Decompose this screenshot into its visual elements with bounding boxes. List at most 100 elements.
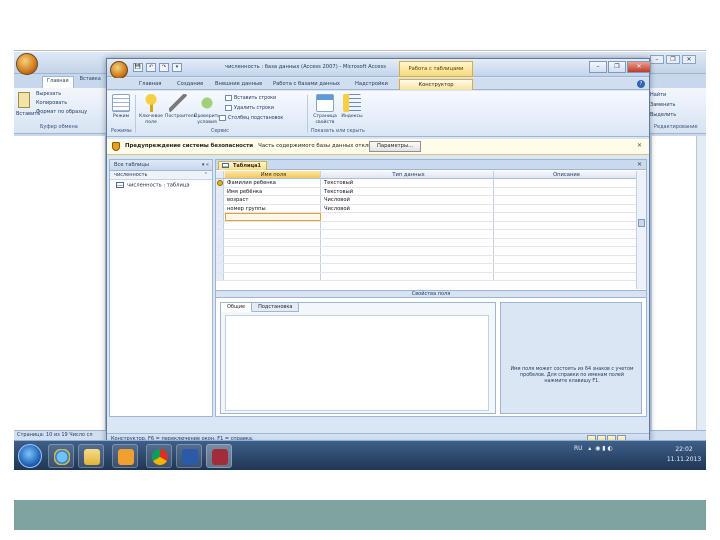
field-name-cell[interactable] xyxy=(225,272,321,280)
data-type-cell[interactable] xyxy=(322,238,494,246)
minimize-icon[interactable]: – xyxy=(650,55,664,64)
row-selector[interactable] xyxy=(216,230,224,238)
close-icon[interactable]: ✕ xyxy=(682,55,696,64)
tab-create[interactable]: Создание xyxy=(177,79,203,90)
data-type-cell[interactable] xyxy=(322,255,494,263)
table-row-new[interactable] xyxy=(216,213,636,222)
table-row-empty[interactable] xyxy=(216,264,636,273)
tab-addins[interactable]: Надстройки xyxy=(355,79,388,90)
replace-button[interactable]: Заменить xyxy=(650,100,706,110)
taskbar-access[interactable] xyxy=(206,444,232,468)
description-cell[interactable] xyxy=(495,264,636,272)
taskbar-chrome[interactable] xyxy=(146,444,172,468)
row-selector[interactable] xyxy=(216,255,224,263)
data-type-cell[interactable] xyxy=(322,230,494,238)
word-office-button[interactable] xyxy=(16,53,38,75)
table-row[interactable]: номер группы Числовой xyxy=(216,204,636,213)
table-row-empty[interactable] xyxy=(216,247,636,256)
field-name-cell-active[interactable] xyxy=(225,213,321,221)
start-button[interactable] xyxy=(18,444,42,468)
column-header-data-type[interactable]: Тип данных xyxy=(322,171,494,178)
nav-header[interactable]: Все таблицы ▾ « xyxy=(110,160,212,171)
builder-button[interactable]: Построитель xyxy=(165,94,196,120)
data-type-cell[interactable] xyxy=(322,264,494,272)
description-cell[interactable] xyxy=(495,239,636,247)
redo-icon[interactable]: ↷ xyxy=(159,63,169,72)
column-header-description[interactable]: Описание xyxy=(495,171,636,178)
tab-home[interactable]: Главная xyxy=(139,79,161,90)
description-cell[interactable] xyxy=(495,188,636,196)
table-row-empty[interactable] xyxy=(216,272,636,281)
data-type-cell[interactable] xyxy=(322,221,494,229)
paste-icon[interactable] xyxy=(18,92,30,108)
table-row-empty[interactable] xyxy=(216,255,636,264)
row-selector[interactable] xyxy=(216,187,224,195)
tab-lookup[interactable]: Подстановка xyxy=(252,303,300,312)
data-type-cell[interactable] xyxy=(322,213,494,221)
field-name-cell[interactable] xyxy=(225,230,321,238)
select-button[interactable]: Выделить xyxy=(650,110,706,120)
insert-rows-button[interactable]: Вставить строки xyxy=(225,94,276,103)
taskbar-ie[interactable] xyxy=(48,444,74,468)
save-icon[interactable]: 💾 xyxy=(133,63,143,72)
tab-general[interactable]: Общие xyxy=(221,303,253,312)
description-cell[interactable] xyxy=(495,213,636,221)
minimize-icon[interactable]: – xyxy=(589,61,607,73)
access-office-button[interactable] xyxy=(110,61,128,79)
table-row-empty[interactable] xyxy=(216,238,636,247)
language-indicator[interactable]: RU xyxy=(574,445,583,452)
restore-icon[interactable]: ❐ xyxy=(608,61,626,73)
field-name-cell[interactable] xyxy=(225,247,321,255)
word-tab-home[interactable]: Главная xyxy=(42,76,74,88)
table-row[interactable]: возраст Числовой xyxy=(216,196,636,205)
tab-external-data[interactable]: Внешние данные xyxy=(215,79,262,90)
lookup-column-button[interactable]: Столбец подстановок xyxy=(219,114,283,123)
delete-rows-button[interactable]: Удалить строки xyxy=(225,104,274,113)
doc-tab-table1[interactable]: Таблица1 xyxy=(218,161,268,170)
row-selector[interactable] xyxy=(216,247,224,255)
primary-key-button[interactable]: Ключевое поле xyxy=(139,94,163,125)
nav-collapse-icon[interactable]: ▾ « xyxy=(202,162,209,168)
find-button[interactable]: Найти xyxy=(650,90,706,100)
restore-icon[interactable]: ❐ xyxy=(666,55,680,64)
field-name-cell[interactable]: Фамилия ребенка xyxy=(225,179,321,187)
field-name-cell[interactable]: Имя ребёнка xyxy=(225,187,321,195)
taskbar-explorer[interactable] xyxy=(78,444,104,468)
grid-scrollbar[interactable] xyxy=(636,171,646,289)
description-cell[interactable] xyxy=(495,179,636,187)
row-selector[interactable] xyxy=(216,213,224,221)
copy-button[interactable]: Копировать xyxy=(36,99,87,108)
tab-database-tools[interactable]: Работа с базами данных xyxy=(273,79,340,90)
help-icon[interactable]: ? xyxy=(637,80,645,88)
tab-design[interactable]: Конструктор xyxy=(399,79,473,90)
format-painter-button[interactable]: Формат по образцу xyxy=(36,108,87,117)
row-selector[interactable] xyxy=(216,264,224,272)
taskbar-media[interactable] xyxy=(112,444,138,468)
field-name-cell[interactable] xyxy=(225,255,321,263)
data-type-cell[interactable] xyxy=(322,272,494,280)
cut-button[interactable]: Вырезать xyxy=(36,90,87,99)
close-icon[interactable]: ✕ xyxy=(637,161,642,168)
field-name-cell[interactable]: возраст xyxy=(225,196,321,204)
field-name-cell[interactable]: номер группы xyxy=(225,204,321,212)
description-cell[interactable] xyxy=(495,196,636,204)
field-name-cell[interactable] xyxy=(225,264,321,272)
taskbar-word[interactable] xyxy=(176,444,202,468)
column-header-field-name[interactable]: Имя поля xyxy=(225,171,321,178)
paste-button[interactable]: Вставить xyxy=(16,110,40,119)
chevron-up-icon[interactable]: ⌃ xyxy=(204,172,208,178)
description-cell[interactable] xyxy=(495,222,636,230)
indexes-button[interactable]: Индексы xyxy=(341,94,363,120)
property-sheet-button[interactable]: Страница свойств xyxy=(311,94,339,125)
nav-group[interactable]: численность ⌃ xyxy=(110,171,212,180)
word-scrollbar[interactable] xyxy=(696,136,706,456)
row-selector[interactable] xyxy=(216,179,224,187)
row-selector[interactable] xyxy=(216,238,224,246)
close-icon[interactable]: ✕ xyxy=(637,142,642,149)
customize-icon[interactable]: ▾ xyxy=(172,63,182,72)
tray-icons[interactable]: ▴ ◉ ▮ ◐ xyxy=(584,445,612,452)
view-button[interactable]: Режим xyxy=(110,94,132,120)
table-row[interactable]: Фамилия ребенка Текстовый xyxy=(216,179,636,188)
word-tab-insert[interactable]: Вставка xyxy=(80,76,101,88)
row-selector[interactable] xyxy=(216,204,224,212)
